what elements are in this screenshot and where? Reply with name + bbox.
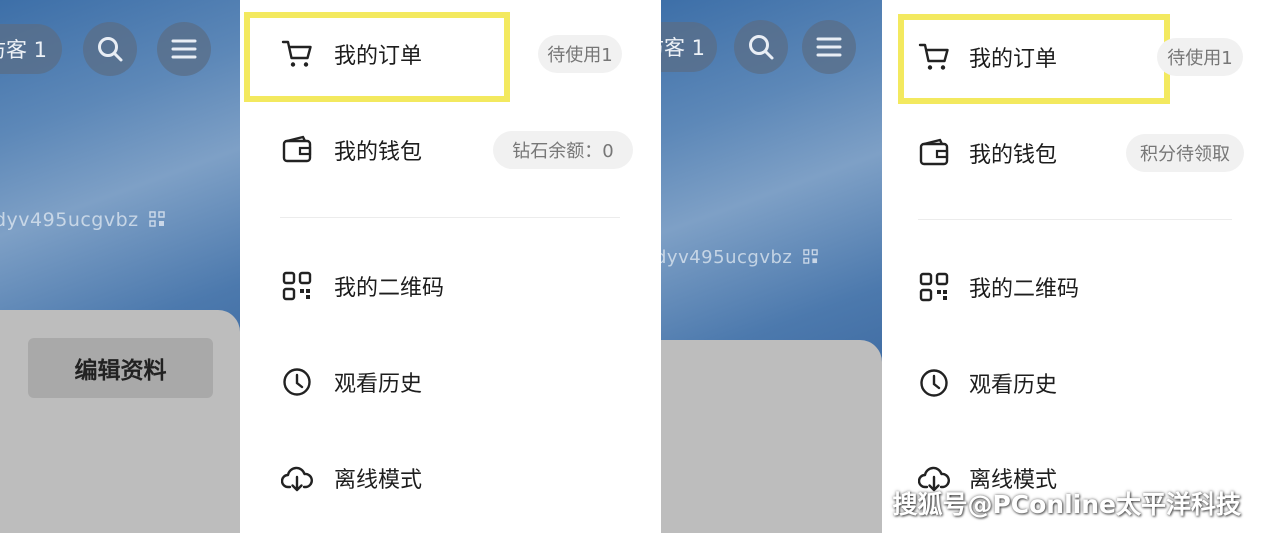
- left-profile-background: 访客 1 dyv495ucgvbz 编辑资料: [0, 0, 240, 533]
- menu-item-qrcode[interactable]: 我的二维码: [882, 259, 1269, 315]
- menu-item-label: 我的二维码: [334, 276, 445, 301]
- menu-divider: [280, 217, 620, 218]
- cart-icon: [280, 37, 314, 71]
- menu-button[interactable]: [802, 20, 856, 74]
- qrcode-icon: [917, 270, 951, 304]
- menu-item-label: 观看历史: [334, 372, 423, 397]
- wallet-badge: 钻石余额：0: [493, 131, 633, 169]
- user-id-text: dyv495ucgvbz: [661, 247, 793, 268]
- menu-item-history[interactable]: 观看历史: [240, 354, 661, 410]
- orders-badge: 待使用1: [538, 35, 622, 73]
- orders-badge: 待使用1: [1157, 38, 1243, 76]
- qrcode-icon: [280, 269, 314, 303]
- menu-button[interactable]: [157, 22, 211, 76]
- cart-icon: [917, 40, 951, 74]
- user-id[interactable]: dyv495ucgvbz: [0, 209, 165, 231]
- right-drawer-menu: 我的订单 待使用1 我的钱包 积分待领取 我的二维码 观看历史 离线模式: [882, 0, 1269, 533]
- search-button[interactable]: [83, 22, 137, 76]
- menu-item-label: 离线模式: [334, 468, 423, 493]
- menu-item-wallet[interactable]: 我的钱包 积分待领取: [882, 125, 1269, 181]
- right-profile-background: 访客 1 dyv495ucgvbz: [661, 0, 882, 533]
- menu-item-label: 我的钱包: [969, 143, 1058, 168]
- qr-small-icon: [802, 249, 818, 264]
- menu-item-label: 我的二维码: [969, 277, 1080, 302]
- clock-icon: [280, 365, 314, 399]
- wallet-icon: [917, 136, 951, 170]
- visitor-pill-label: 访客 1: [0, 38, 48, 62]
- search-button[interactable]: [734, 20, 788, 74]
- menu-icon: [171, 39, 197, 59]
- wallet-icon: [280, 133, 314, 167]
- visitor-pill-label: 访客 1: [661, 36, 706, 60]
- wallet-badge: 积分待领取: [1126, 134, 1244, 172]
- menu-icon: [816, 37, 842, 57]
- menu-item-label: 我的钱包: [334, 140, 423, 165]
- menu-item-label: 我的订单: [334, 44, 423, 69]
- user-id[interactable]: dyv495ucgvbz: [661, 247, 818, 268]
- search-icon: [749, 35, 774, 60]
- clock-icon: [917, 366, 951, 400]
- visitor-pill[interactable]: 访客 1: [0, 24, 62, 74]
- menu-item-label: 观看历史: [969, 373, 1058, 398]
- menu-item-offline[interactable]: 离线模式: [240, 450, 661, 506]
- menu-item-orders[interactable]: 我的订单 待使用1: [882, 29, 1269, 85]
- left-drawer-menu: 我的订单 待使用1 我的钱包 钻石余额：0 我的二维码 观看历史 离线模式: [240, 0, 661, 533]
- menu-item-qrcode[interactable]: 我的二维码: [240, 258, 661, 314]
- menu-item-history[interactable]: 观看历史: [882, 355, 1269, 411]
- watermark: 搜狐号@PConline太平洋科技: [892, 490, 1241, 519]
- edit-profile-label: 编辑资料: [74, 358, 167, 384]
- profile-sheet: [661, 340, 882, 533]
- cloud-download-icon: [280, 461, 314, 495]
- menu-item-orders[interactable]: 我的订单 待使用1: [240, 26, 661, 82]
- qr-small-icon: [149, 211, 165, 227]
- search-icon: [98, 37, 123, 62]
- menu-item-label: 我的订单: [969, 47, 1058, 72]
- user-id-text: dyv495ucgvbz: [0, 209, 139, 231]
- edit-profile-button[interactable]: 编辑资料: [28, 338, 213, 398]
- menu-item-wallet[interactable]: 我的钱包 钻石余额：0: [240, 122, 661, 178]
- menu-divider: [918, 219, 1232, 220]
- visitor-pill[interactable]: 访客 1: [661, 22, 717, 72]
